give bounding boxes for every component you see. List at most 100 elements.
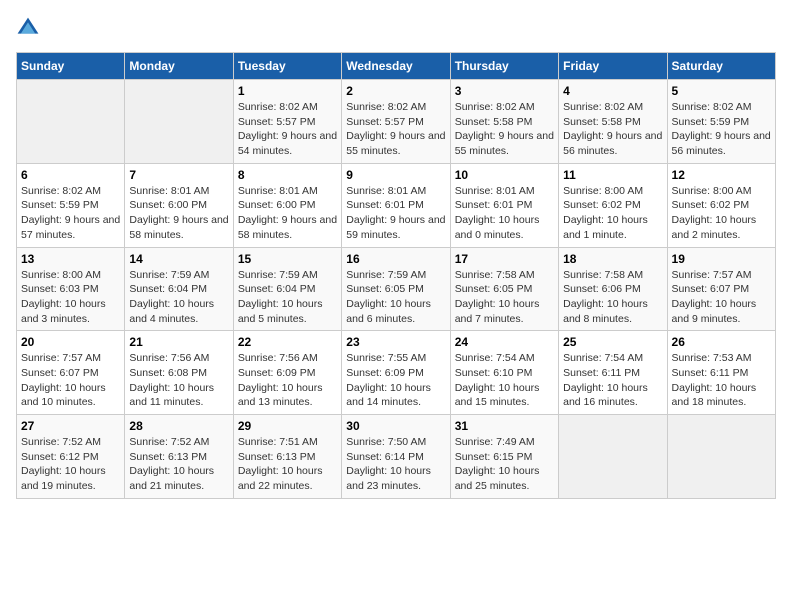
day-number: 29 [238, 419, 337, 433]
calendar-cell: 10 Sunrise: 8:01 AMSunset: 6:01 PMDayligh… [450, 163, 558, 247]
weekday-header-wednesday: Wednesday [342, 53, 450, 80]
logo-icon [16, 16, 40, 40]
day-number: 11 [563, 168, 662, 182]
day-info: Sunrise: 7:58 AMSunset: 6:05 PMDaylight:… [455, 268, 554, 327]
page-header [16, 16, 776, 40]
day-number: 4 [563, 84, 662, 98]
day-number: 31 [455, 419, 554, 433]
calendar-cell: 8Sunrise: 8:01 AMSunset: 6:00 PMDaylight… [233, 163, 341, 247]
calendar-cell: 13 Sunrise: 8:00 AMSunset: 6:03 PMDayligh… [17, 247, 125, 331]
day-info: Sunrise: 7:59 AMSunset: 6:04 PMDaylight:… [238, 268, 337, 327]
day-info: Sunrise: 8:00 AMSunset: 6:03 PMDaylight:… [21, 268, 120, 327]
calendar-cell: 6 Sunrise: 8:02 AMSunset: 5:59 PMDaylight… [17, 163, 125, 247]
day-info: Sunrise: 8:02 AMSunset: 5:59 PMDaylight:… [672, 100, 771, 159]
day-info: Sunrise: 7:51 AMSunset: 6:13 PMDaylight:… [238, 435, 337, 494]
day-info: Sunrise: 8:01 AMSunset: 6:01 PMDaylight:… [346, 184, 445, 243]
calendar-cell: 2 Sunrise: 8:02 AMSunset: 5:57 PMDaylight… [342, 80, 450, 164]
calendar-cell: 7 Sunrise: 8:01 AMSunset: 6:00 PMDaylight… [125, 163, 233, 247]
day-info: Sunrise: 7:59 AMSunset: 6:05 PMDaylight:… [346, 268, 445, 327]
calendar-cell: 30 Sunrise: 7:50 AMSunset: 6:14 PMDayligh… [342, 415, 450, 499]
day-number: 15 [238, 252, 337, 266]
day-info: Sunrise: 7:56 AMSunset: 6:08 PMDaylight:… [129, 351, 228, 410]
calendar-cell: 21 Sunrise: 7:56 AMSunset: 6:08 PMDayligh… [125, 331, 233, 415]
day-number: 30 [346, 419, 445, 433]
day-number: 26 [672, 335, 771, 349]
calendar-cell: 29 Sunrise: 7:51 AMSunset: 6:13 PMDayligh… [233, 415, 341, 499]
day-number: 10 [455, 168, 554, 182]
day-number: 1 [238, 84, 337, 98]
calendar-table: SundayMondayTuesdayWednesdayThursdayFrid… [16, 52, 776, 499]
day-info: Sunrise: 7:52 AMSunset: 6:12 PMDaylight:… [21, 435, 120, 494]
day-info: Sunrise: 7:52 AMSunset: 6:13 PMDaylight:… [129, 435, 228, 494]
day-info: Sunrise: 7:55 AMSunset: 6:09 PMDaylight:… [346, 351, 445, 410]
calendar-cell: 12 Sunrise: 8:00 AMSunset: 6:02 PMDayligh… [667, 163, 775, 247]
weekday-header-saturday: Saturday [667, 53, 775, 80]
calendar-cell: 31 Sunrise: 7:49 AMSunset: 6:15 PMDayligh… [450, 415, 558, 499]
weekday-header-sunday: Sunday [17, 53, 125, 80]
calendar-cell: 20Sunrise: 7:57 AMSunset: 6:07 PMDayligh… [17, 331, 125, 415]
day-number: 13 [21, 252, 120, 266]
day-info: Sunrise: 8:01 AMSunset: 6:01 PMDaylight:… [455, 184, 554, 243]
day-info: Sunrise: 8:00 AMSunset: 6:02 PMDaylight:… [672, 184, 771, 243]
weekday-header-monday: Monday [125, 53, 233, 80]
day-info: Sunrise: 7:58 AMSunset: 6:06 PMDaylight:… [563, 268, 662, 327]
day-number: 18 [563, 252, 662, 266]
day-number: 3 [455, 84, 554, 98]
day-number: 22 [238, 335, 337, 349]
calendar-cell: 23 Sunrise: 7:55 AMSunset: 6:09 PMDayligh… [342, 331, 450, 415]
calendar-cell: 11 Sunrise: 8:00 AMSunset: 6:02 PMDayligh… [559, 163, 667, 247]
weekday-header-tuesday: Tuesday [233, 53, 341, 80]
calendar-cell: 4 Sunrise: 8:02 AMSunset: 5:58 PMDaylight… [559, 80, 667, 164]
day-info: Sunrise: 7:50 AMSunset: 6:14 PMDaylight:… [346, 435, 445, 494]
calendar-cell: 3 Sunrise: 8:02 AMSunset: 5:58 PMDaylight… [450, 80, 558, 164]
calendar-cell: 9 Sunrise: 8:01 AMSunset: 6:01 PMDaylight… [342, 163, 450, 247]
calendar-cell: 24 Sunrise: 7:54 AMSunset: 6:10 PMDayligh… [450, 331, 558, 415]
calendar-cell: 14 Sunrise: 7:59 AMSunset: 6:04 PMDayligh… [125, 247, 233, 331]
day-number: 6 [21, 168, 120, 182]
day-number: 23 [346, 335, 445, 349]
day-info: Sunrise: 7:53 AMSunset: 6:11 PMDaylight:… [672, 351, 771, 410]
day-info: Sunrise: 7:54 AMSunset: 6:10 PMDaylight:… [455, 351, 554, 410]
day-number: 2 [346, 84, 445, 98]
calendar-cell: 19 Sunrise: 7:57 AMSunset: 6:07 PMDayligh… [667, 247, 775, 331]
calendar-cell: 18 Sunrise: 7:58 AMSunset: 6:06 PMDayligh… [559, 247, 667, 331]
day-info: Sunrise: 7:59 AMSunset: 6:04 PMDaylight:… [129, 268, 228, 327]
day-info: Sunrise: 8:01 AMSunset: 6:00 PMDaylight:… [129, 184, 228, 243]
calendar-cell: 16 Sunrise: 7:59 AMSunset: 6:05 PMDayligh… [342, 247, 450, 331]
logo [16, 16, 44, 40]
day-info: Sunrise: 7:49 AMSunset: 6:15 PMDaylight:… [455, 435, 554, 494]
day-number: 19 [672, 252, 771, 266]
day-info: Sunrise: 8:02 AMSunset: 5:58 PMDaylight:… [563, 100, 662, 159]
calendar-cell [559, 415, 667, 499]
calendar-cell: 17 Sunrise: 7:58 AMSunset: 6:05 PMDayligh… [450, 247, 558, 331]
weekday-header-thursday: Thursday [450, 53, 558, 80]
day-number: 21 [129, 335, 228, 349]
calendar-cell: 25 Sunrise: 7:54 AMSunset: 6:11 PMDayligh… [559, 331, 667, 415]
calendar-cell: 1 Sunrise: 8:02 AMSunset: 5:57 PMDaylight… [233, 80, 341, 164]
weekday-header-friday: Friday [559, 53, 667, 80]
day-info: Sunrise: 8:00 AMSunset: 6:02 PMDaylight:… [563, 184, 662, 243]
day-info: Sunrise: 8:02 AMSunset: 5:58 PMDaylight:… [455, 100, 554, 159]
day-number: 12 [672, 168, 771, 182]
day-number: 7 [129, 168, 228, 182]
calendar-cell [667, 415, 775, 499]
calendar-cell: 5 Sunrise: 8:02 AMSunset: 5:59 PMDaylight… [667, 80, 775, 164]
day-number: 20 [21, 335, 120, 349]
day-number: 8 [238, 168, 337, 182]
day-number: 16 [346, 252, 445, 266]
day-number: 5 [672, 84, 771, 98]
day-number: 28 [129, 419, 228, 433]
day-info: Sunrise: 7:57 AMSunset: 6:07 PMDaylight:… [672, 268, 771, 327]
day-number: 17 [455, 252, 554, 266]
day-info: Sunrise: 8:02 AMSunset: 5:59 PMDaylight:… [21, 184, 120, 243]
day-number: 14 [129, 252, 228, 266]
day-number: 24 [455, 335, 554, 349]
day-info: Sunrise: 8:02 AMSunset: 5:57 PMDaylight:… [346, 100, 445, 159]
day-number: 25 [563, 335, 662, 349]
day-info: Sunrise: 7:56 AMSunset: 6:09 PMDaylight:… [238, 351, 337, 410]
day-number: 9 [346, 168, 445, 182]
day-info: Sunrise: 7:54 AMSunset: 6:11 PMDaylight:… [563, 351, 662, 410]
calendar-cell: 28 Sunrise: 7:52 AMSunset: 6:13 PMDayligh… [125, 415, 233, 499]
day-info: Sunrise: 8:02 AMSunset: 5:57 PMDaylight:… [238, 100, 337, 159]
calendar-cell: 15 Sunrise: 7:59 AMSunset: 6:04 PMDayligh… [233, 247, 341, 331]
